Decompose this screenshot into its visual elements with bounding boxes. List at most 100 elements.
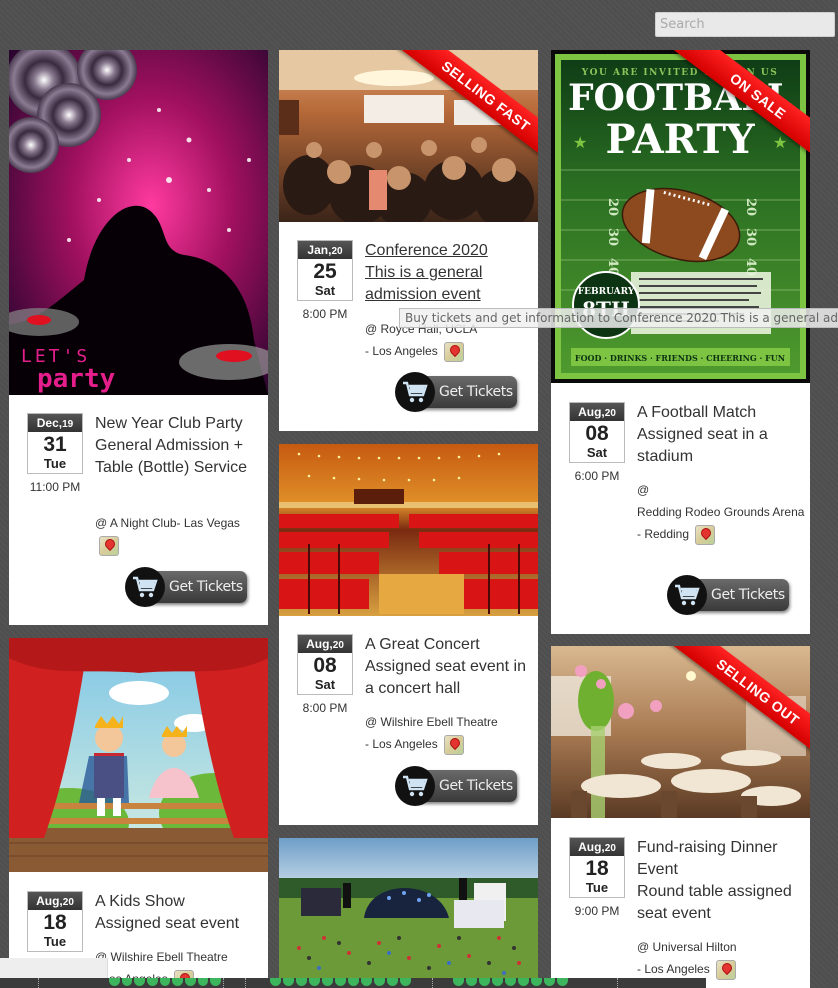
loading-dot: [505, 978, 516, 986]
map-pin-icon[interactable]: [715, 959, 736, 980]
event-title-line: A Great Concert: [365, 636, 480, 653]
event-title[interactable]: A Great Concert Assigned seat event in a…: [365, 634, 530, 700]
shopping-cart-icon: [395, 766, 435, 806]
date-badge: Aug,20 08 Sat: [297, 634, 353, 695]
event-image-puppet-show[interactable]: [9, 638, 268, 872]
event-image-conference[interactable]: SELLING FAST: [279, 50, 538, 222]
date-weekday: Sat: [314, 283, 336, 298]
date-year: 19: [62, 419, 74, 430]
event-title-line[interactable]: Conference 2020: [365, 242, 488, 259]
shopping-cart-icon: [667, 575, 707, 615]
date-badge: Aug,20 18 Tue: [27, 891, 83, 952]
loading-dot: [283, 978, 294, 986]
event-title[interactable]: New Year Club Party General Admission + …: [95, 413, 260, 479]
shopping-cart-icon: [125, 567, 165, 607]
loading-dot: [296, 978, 307, 986]
loading-dot: [185, 978, 196, 986]
event-title[interactable]: A Football Match Assigned seat in a stad…: [637, 402, 802, 468]
tooltip: Buy tickets and get information to Confe…: [399, 308, 838, 328]
venue-name: Redding Rodeo Grounds Arena: [637, 505, 805, 519]
date-day: 08: [585, 422, 609, 445]
loading-dot: [387, 978, 398, 986]
date-year: 20: [62, 897, 74, 908]
date-month: Aug,: [578, 405, 605, 419]
date-badge: Aug,20 18 Tue: [569, 837, 625, 898]
loading-dot: [544, 978, 555, 986]
event-time: 11:00 PM: [29, 480, 81, 494]
event-image-outdoor-festival[interactable]: [279, 838, 538, 988]
event-card-kids-show: Aug,20 18 Tue A Kids Show Assigned seat …: [9, 638, 268, 988]
get-tickets-button[interactable]: Get Tickets: [125, 567, 249, 607]
event-title-line: Fund-raising Dinner Event: [637, 839, 778, 878]
loading-dots-group: [432, 978, 618, 988]
event-time: 6:00 PM: [574, 469, 620, 483]
event-image-dj-party[interactable]: LET'S party: [9, 50, 268, 395]
loading-dot: [335, 978, 346, 986]
venue-city: - Los Angeles: [637, 962, 710, 976]
loading-dot: [492, 978, 503, 986]
get-tickets-button[interactable]: Get Tickets: [395, 372, 519, 412]
date-month: Dec,: [36, 416, 63, 430]
date-day: 18: [585, 857, 609, 880]
shopping-cart-icon: [395, 372, 435, 412]
get-tickets-button[interactable]: Get Tickets: [667, 575, 791, 615]
event-venue: @ A Night Club- Las Vegas: [95, 512, 263, 556]
date-month: Aug,: [306, 637, 333, 651]
date-badge: Aug,20 08 Sat: [569, 402, 625, 463]
search-input[interactable]: [655, 12, 835, 37]
date-weekday: Tue: [43, 934, 67, 949]
date-weekday: Tue: [585, 880, 609, 895]
loading-dot: [531, 978, 542, 986]
event-venue: @ Redding Rodeo Grounds Arena - Redding: [637, 479, 805, 545]
venue-city: - Los Angeles: [365, 737, 438, 751]
event-venue: @ Universal Hilton - Los Angeles: [637, 936, 805, 980]
venue-city: - Los Angeles: [365, 344, 438, 358]
date-badge: Dec,19 31 Tue: [27, 413, 83, 474]
loading-dot: [361, 978, 372, 986]
poster-date-month: FEBRUARY: [578, 287, 635, 297]
map-pin-icon[interactable]: [443, 734, 464, 755]
poster-line2: PARTY: [605, 116, 755, 163]
svg-text:30: 30: [743, 228, 758, 246]
event-time: 8:00 PM: [302, 307, 348, 321]
venue-name: @ Universal Hilton: [637, 940, 737, 954]
poster-footer: FOOD · DRINKS · FRIENDS · CHEERING · FUN: [575, 353, 785, 363]
event-title-link[interactable]: Conference 2020 This is a general admiss…: [365, 240, 530, 306]
map-pin-icon[interactable]: [695, 524, 716, 545]
loading-dot: [466, 978, 477, 986]
svg-text:party: party: [37, 364, 115, 394]
event-venue: @ Wilshire Ebell Theatre - Los Angeles: [365, 711, 533, 755]
event-subtitle: Round table assigned seat event: [637, 883, 792, 922]
event-image-concert-hall[interactable]: [279, 444, 538, 616]
loading-dot: [557, 978, 568, 986]
event-image-football-party[interactable]: YOU ARE INVITED TO JOIN US FOOTBALL PART…: [551, 50, 810, 383]
event-title[interactable]: Fund-raising Dinner Event Round table as…: [637, 837, 802, 925]
date-year: 20: [332, 640, 344, 651]
map-pin-icon[interactable]: [443, 341, 464, 362]
event-card-outdoor-festival: [279, 838, 538, 988]
date-weekday: Sat: [314, 677, 336, 692]
loading-dot: [109, 978, 120, 986]
loading-dot: [159, 978, 171, 986]
event-subtitle[interactable]: This is a general admission event: [365, 264, 482, 303]
event-title[interactable]: A Kids Show Assigned seat event: [95, 891, 260, 935]
svg-text:20: 20: [743, 198, 758, 216]
date-day: 31: [43, 433, 67, 456]
date-year: 20: [331, 246, 343, 257]
loading-dot: [374, 978, 385, 986]
loading-dot: [121, 978, 133, 986]
loading-dot: [453, 978, 464, 986]
loading-dot: [518, 978, 529, 986]
get-tickets-button[interactable]: Get Tickets: [395, 766, 519, 806]
date-month: Aug,: [36, 894, 63, 908]
loading-dots-group: [245, 978, 433, 988]
event-image-banquet-hall[interactable]: SELLING OUT: [551, 646, 810, 818]
loading-dot: [322, 978, 333, 986]
date-year: 20: [604, 843, 616, 854]
map-pin-icon[interactable]: [99, 535, 119, 556]
date-year: 20: [604, 408, 616, 419]
event-time: 9:00 PM: [574, 904, 620, 918]
venue-at: @: [637, 483, 650, 497]
date-month: Jan,: [307, 243, 332, 257]
loading-dot: [479, 978, 490, 986]
